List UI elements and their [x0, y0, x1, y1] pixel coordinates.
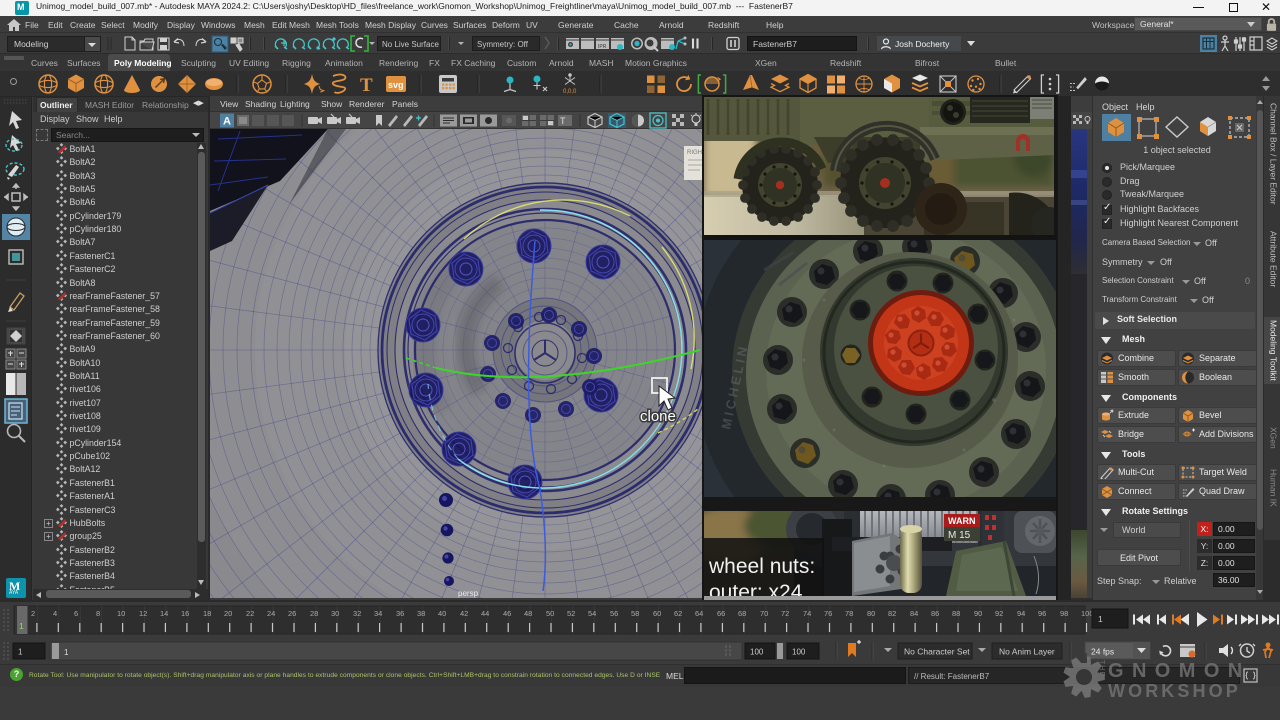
svg-text:WARN: WARN — [948, 516, 976, 526]
svg-text:16: 16 — [181, 609, 189, 618]
svg-text:M 15: M 15 — [948, 530, 971, 541]
svg-text:86: 86 — [931, 609, 939, 618]
svg-text:44: 44 — [481, 609, 489, 618]
svg-text:54: 54 — [588, 609, 596, 618]
svg-text:svg: svg — [388, 80, 404, 90]
svg-text:70: 70 — [760, 609, 768, 618]
svg-text:WORKSHOP: WORKSHOP — [1108, 681, 1241, 701]
svg-text:90: 90 — [974, 609, 982, 618]
svg-text:98: 98 — [1060, 609, 1068, 618]
svg-text:68: 68 — [738, 609, 746, 618]
svg-text:42: 42 — [460, 609, 468, 618]
svg-text:20: 20 — [224, 609, 232, 618]
svg-text:18: 18 — [203, 609, 211, 618]
svg-text:14: 14 — [160, 609, 168, 618]
svg-text:84: 84 — [910, 609, 918, 618]
svg-text:GNOMON: GNOMON — [1108, 660, 1251, 682]
svg-text:94: 94 — [1017, 609, 1025, 618]
svg-text:outer: x24: outer: x24 — [709, 581, 803, 596]
svg-text:36: 36 — [396, 609, 404, 618]
svg-text:IPR: IPR — [598, 44, 607, 50]
svg-text:72: 72 — [781, 609, 789, 618]
svg-text:4: 4 — [53, 609, 57, 618]
svg-text:12: 12 — [139, 609, 147, 618]
svg-text:1: 1 — [18, 648, 23, 657]
svg-text:26: 26 — [288, 609, 296, 618]
svg-text:T: T — [360, 75, 373, 96]
svg-text:No Anim Layer: No Anim Layer — [999, 647, 1055, 657]
svg-text:6: 6 — [74, 609, 78, 618]
svg-text:A: A — [223, 116, 231, 128]
svg-text:wheel nuts:: wheel nuts: — [708, 555, 815, 578]
svg-text:38: 38 — [417, 609, 425, 618]
svg-text:T: T — [560, 116, 566, 126]
svg-text:82: 82 — [888, 609, 896, 618]
svg-text:62: 62 — [674, 609, 682, 618]
svg-text:8: 8 — [96, 609, 100, 618]
svg-text:100: 100 — [750, 648, 764, 657]
svg-text:50: 50 — [546, 609, 554, 618]
svg-text:0,0,0: 0,0,0 — [563, 89, 577, 95]
svg-text:76: 76 — [824, 609, 832, 618]
svg-text:1: 1 — [19, 621, 24, 631]
svg-text:32: 32 — [353, 609, 361, 618]
svg-text:74: 74 — [803, 609, 811, 618]
svg-text:52: 52 — [567, 609, 575, 618]
svg-text:64: 64 — [695, 609, 703, 618]
svg-text:1: 1 — [64, 648, 69, 657]
svg-text:34: 34 — [374, 609, 382, 618]
svg-text:RIGH: RIGH — [687, 150, 702, 156]
svg-text:46: 46 — [503, 609, 511, 618]
svg-text:THE: THE — [1098, 660, 1105, 677]
svg-text:persp: persp — [458, 589, 479, 598]
svg-text:1: 1 — [1098, 614, 1103, 624]
svg-text:56: 56 — [610, 609, 618, 618]
svg-text:40: 40 — [438, 609, 446, 618]
svg-text:28: 28 — [310, 609, 318, 618]
svg-text:2: 2 — [31, 609, 35, 618]
svg-text:58: 58 — [631, 609, 639, 618]
svg-text:24: 24 — [267, 609, 275, 618]
svg-text:30: 30 — [331, 609, 339, 618]
svg-text:10: 10 — [117, 609, 125, 618]
svg-text:92: 92 — [995, 609, 1003, 618]
svg-text:clone: clone — [640, 408, 676, 425]
svg-text:48: 48 — [524, 609, 532, 618]
svg-text:78: 78 — [845, 609, 853, 618]
svg-text:No Character Set: No Character Set — [904, 647, 970, 657]
svg-text:96: 96 — [1038, 609, 1046, 618]
svg-text:80: 80 — [867, 609, 875, 618]
svg-text:88: 88 — [952, 609, 960, 618]
svg-text:100: 100 — [792, 648, 806, 657]
svg-text:66: 66 — [717, 609, 725, 618]
svg-text:60: 60 — [653, 609, 661, 618]
svg-text:22: 22 — [246, 609, 254, 618]
